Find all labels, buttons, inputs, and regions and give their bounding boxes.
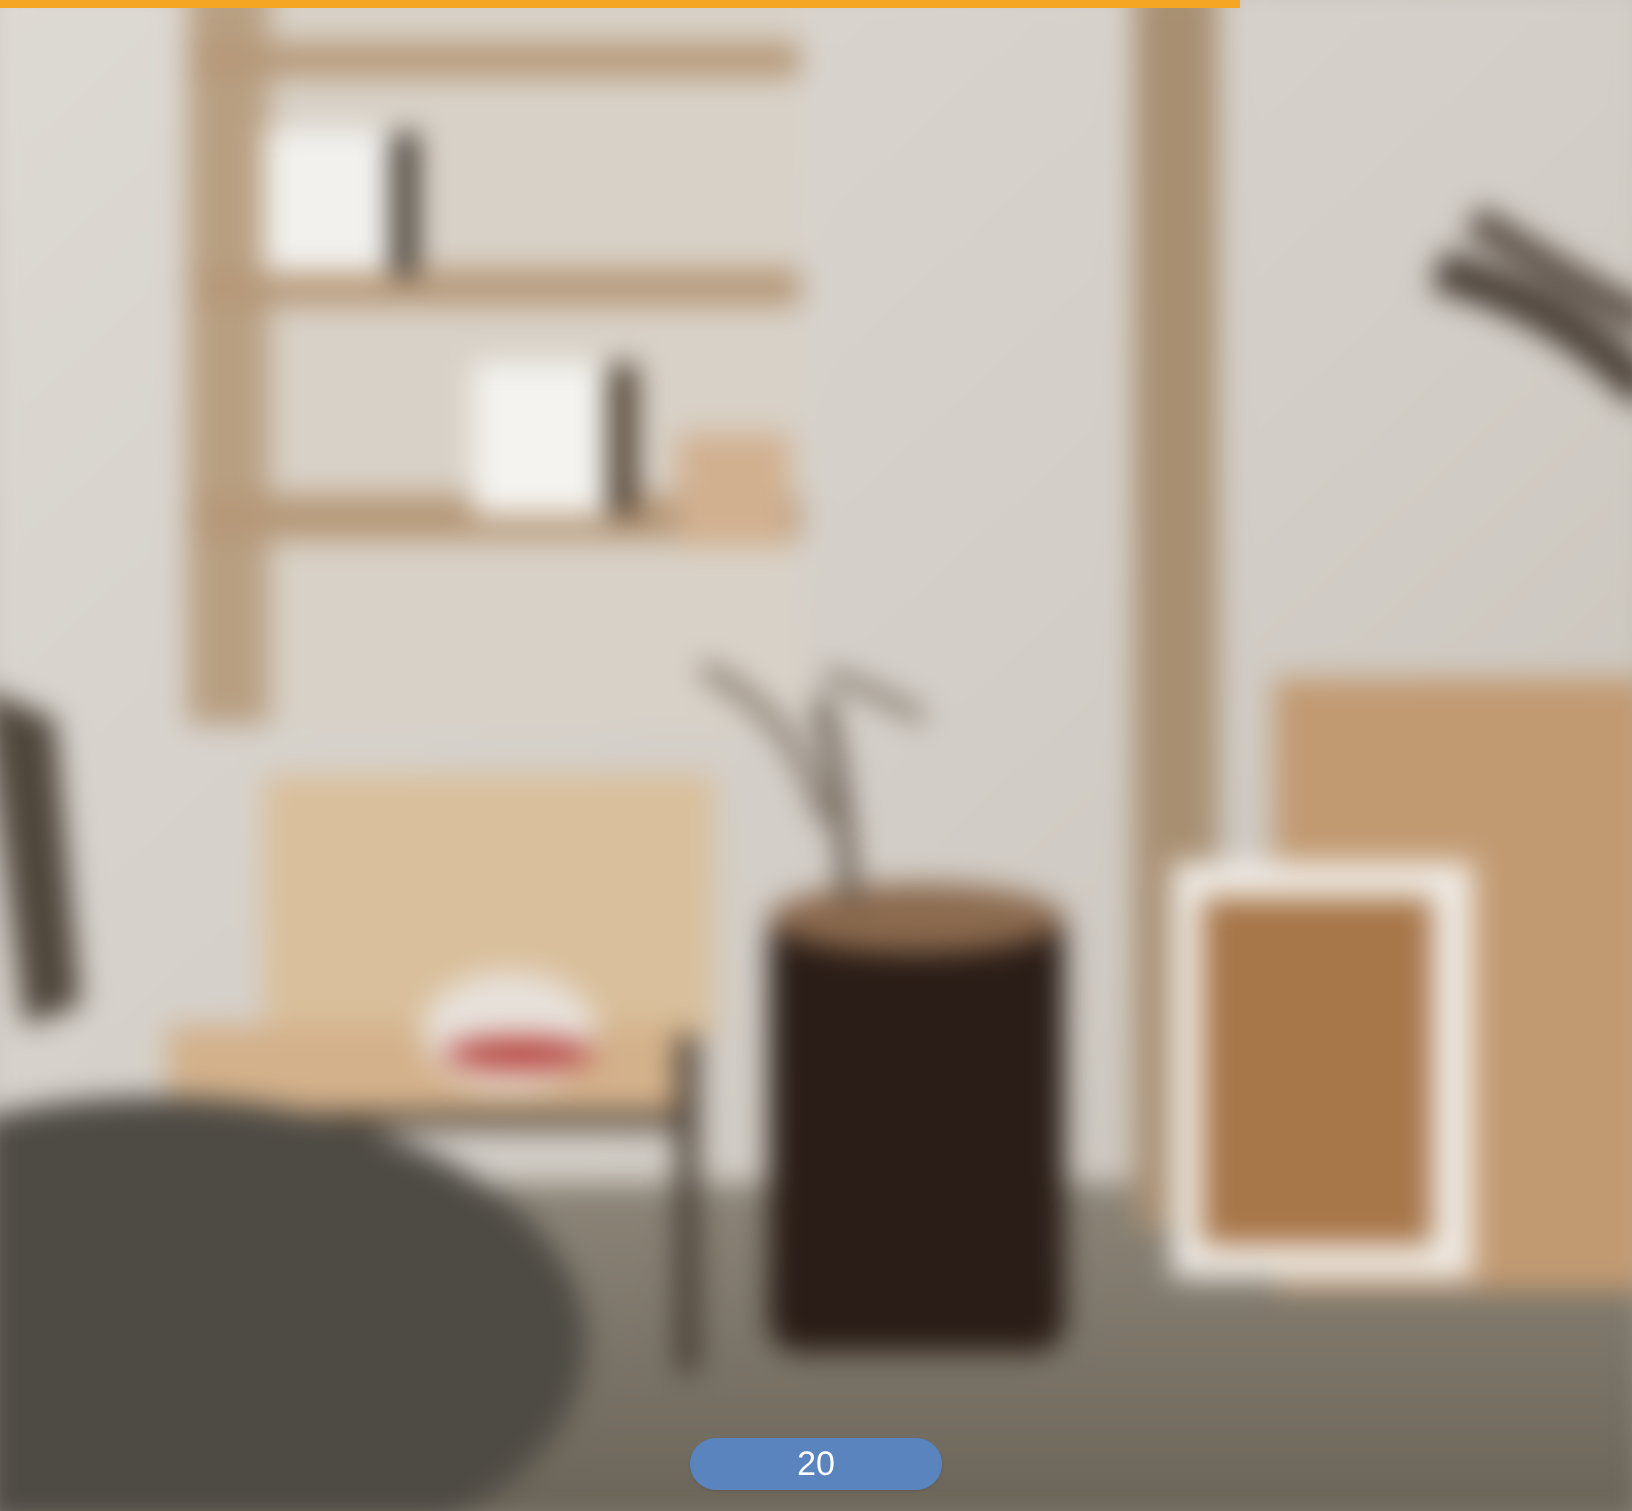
image-counter-badge: 20 xyxy=(690,1438,942,1490)
viewer-stage: 20 xyxy=(0,0,1632,1511)
image-counter-value: 20 xyxy=(797,1445,835,1483)
progress-track xyxy=(0,0,1632,8)
progress-fill xyxy=(0,0,1241,8)
background-photo xyxy=(0,0,1632,1511)
